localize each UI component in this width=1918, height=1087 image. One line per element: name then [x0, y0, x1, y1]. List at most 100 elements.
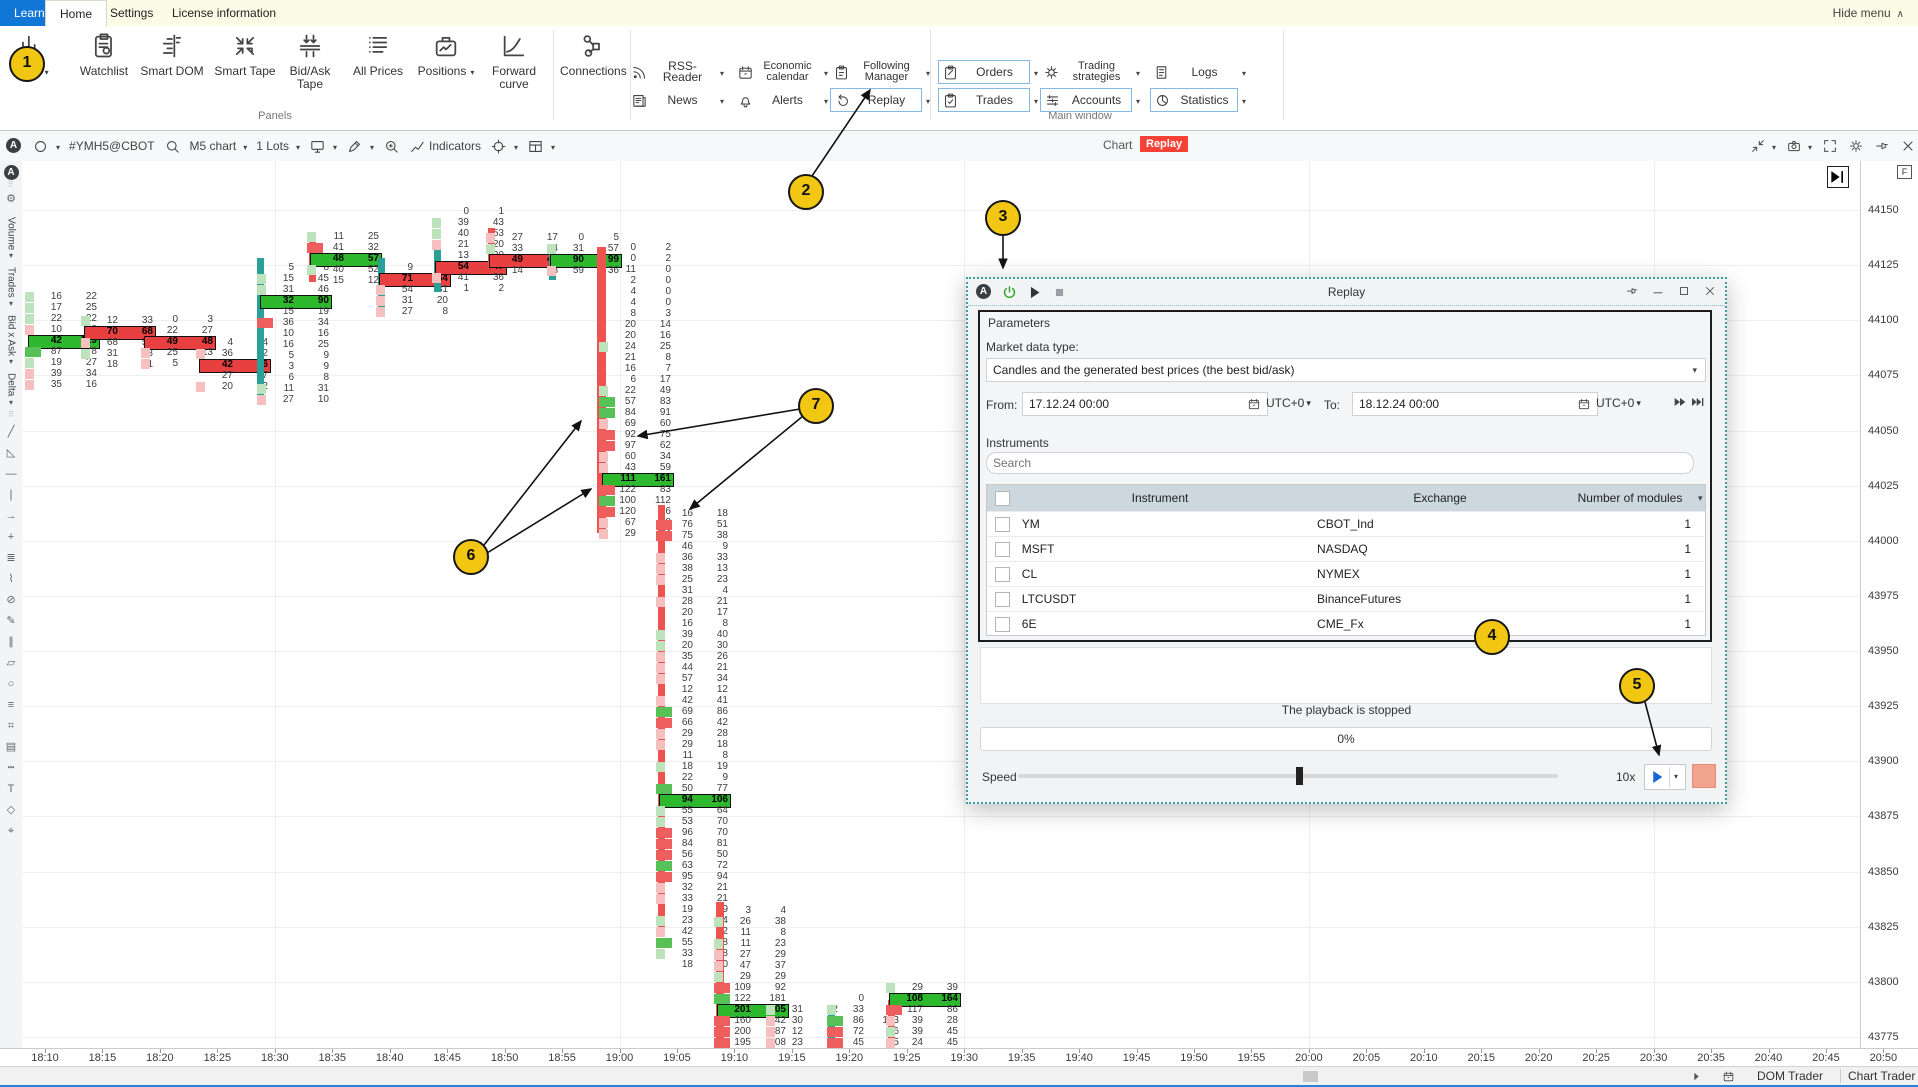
crosshair-icon[interactable]: [490, 138, 518, 155]
symbol-color-icon[interactable]: [32, 138, 60, 155]
dom-trader-button[interactable]: DOM Trader: [1757, 1069, 1823, 1083]
hide-menu-button[interactable]: Hide menu∧: [1833, 0, 1904, 26]
drawing-tool-icon-13[interactable]: ≡: [8, 695, 14, 716]
chevron-down-icon[interactable]: [1238, 93, 1246, 107]
time-axis[interactable]: 18:1018:1518:2018:2518:3018:3518:4018:45…: [0, 1048, 1918, 1067]
pin-icon[interactable]: [1625, 284, 1639, 298]
horizontal-scrollbar-thumb[interactable]: [1303, 1071, 1318, 1082]
zoom-in-icon[interactable]: [383, 138, 400, 155]
from-datetime-field[interactable]: 17.12.24 00:00: [1022, 392, 1268, 416]
pin-icon[interactable]: [1874, 137, 1890, 155]
chevron-down-icon[interactable]: [1132, 93, 1140, 107]
symbol-selector[interactable]: #YMH5@CBOT: [69, 139, 155, 153]
stop-icon[interactable]: [1051, 284, 1068, 301]
drawing-tools-icon[interactable]: [346, 138, 374, 155]
fast-forward-icon[interactable]: [1672, 394, 1688, 410]
drawing-tool-icon-9[interactable]: ✎: [6, 611, 15, 632]
drag-handle[interactable]: ⠿: [8, 180, 15, 189]
chevron-down-icon[interactable]: [922, 65, 930, 79]
ribbon-button-positions[interactable]: Positions: [414, 30, 478, 106]
chevron-down-icon[interactable]: [716, 65, 724, 79]
sort-caret-icon[interactable]: ▾: [1698, 493, 1703, 504]
drawing-tool-icon-7[interactable]: ⌇: [8, 569, 13, 590]
sidebar-panel-bid-x-ask[interactable]: Bid x Ask: [6, 315, 17, 356]
drawing-tool-icon-19[interactable]: ⌖: [8, 821, 14, 842]
ribbon-button-orders[interactable]: Orders: [938, 60, 1038, 84]
instrument-row-ym[interactable]: YM CBOT_Ind 1: [987, 511, 1705, 536]
row-checkbox[interactable]: [995, 592, 1010, 607]
instrument-row-cl[interactable]: CL NYMEX 1: [987, 561, 1705, 586]
chart-trader-button[interactable]: Chart Trader: [1848, 1069, 1915, 1083]
sidebar-panel-delta[interactable]: Delta: [6, 373, 17, 396]
maximize-icon[interactable]: [1677, 284, 1691, 298]
close-icon[interactable]: [1703, 284, 1717, 298]
chevron-down-icon[interactable]: [1030, 65, 1038, 79]
sidebar-panel-volume[interactable]: Volume: [6, 217, 17, 250]
ribbon-button-bid-ask-tape[interactable]: Bid/Ask Tape: [278, 30, 342, 106]
ribbon-button-statistics[interactable]: Statistics: [1150, 88, 1246, 112]
ribbon-button-following-manager[interactable]: Following Manager: [830, 60, 930, 84]
price-axis[interactable]: 4415044125441004407544050440254400043975…: [1860, 161, 1918, 1048]
drawing-tool-icon-17[interactable]: T: [8, 779, 15, 800]
calendar-icon[interactable]: [1722, 1070, 1735, 1083]
indicators-icon[interactable]: Indicators: [409, 138, 481, 155]
ribbon-button-forward-curve[interactable]: Forward curve: [482, 30, 546, 106]
ribbon-button-alerts[interactable]: Alerts: [734, 88, 828, 112]
column-instrument[interactable]: Instrument: [1010, 491, 1310, 505]
collapse-icon[interactable]: [1750, 137, 1776, 155]
tab-settings[interactable]: Settings: [96, 0, 167, 26]
ribbon-button-economic-calendar[interactable]: Economic calendar: [734, 60, 828, 84]
play-icon[interactable]: [1026, 284, 1043, 301]
from-timezone-select[interactable]: UTC+0▾: [1266, 396, 1311, 410]
row-checkbox[interactable]: [995, 542, 1010, 557]
chevron-down-icon[interactable]: [1238, 65, 1246, 79]
ribbon-button-logs[interactable]: Logs: [1150, 60, 1246, 84]
drawing-tool-icon-4[interactable]: →: [6, 506, 17, 527]
ribbon-button-trades[interactable]: Trades: [938, 88, 1038, 112]
chevron-down-icon[interactable]: [922, 93, 930, 107]
fullscreen-icon[interactable]: [1822, 137, 1838, 155]
ribbon-button-trading-strategies[interactable]: Trading strategies: [1040, 60, 1140, 84]
drawing-tool-icon-14[interactable]: ⌗: [8, 716, 14, 737]
drawing-tool-icon-15[interactable]: ▤: [6, 737, 16, 758]
drawing-tool-icon-16[interactable]: ┅: [8, 758, 15, 779]
to-datetime-field[interactable]: 18.12.24 00:00: [1352, 392, 1598, 416]
gear-icon[interactable]: [1848, 137, 1864, 155]
ribbon-button-connections[interactable]: Connections: [560, 30, 624, 106]
screenshot-icon[interactable]: [1786, 137, 1812, 155]
drawing-tool-icon-8[interactable]: ⊘: [6, 590, 15, 611]
market-data-type-select[interactable]: Candles and the generated best prices (t…: [986, 358, 1706, 382]
instrument-row-ltcusdt[interactable]: LTCUSDT BinanceFutures 1: [987, 586, 1705, 611]
ribbon-button-all-prices[interactable]: All Prices: [346, 30, 410, 106]
chart-tab-label[interactable]: Chart: [1103, 138, 1132, 152]
search-input[interactable]: [986, 452, 1694, 474]
drawing-tool-icon-5[interactable]: +: [8, 527, 14, 548]
sidebar-panel-trades[interactable]: Trades: [6, 267, 17, 298]
scroll-right-icon[interactable]: [1690, 1070, 1703, 1083]
row-checkbox[interactable]: [995, 567, 1010, 582]
power-button[interactable]: [1001, 284, 1018, 301]
drawing-tool-icon-0[interactable]: ╱: [8, 422, 15, 443]
timeframe-selector[interactable]: M5 chart: [190, 139, 248, 153]
ribbon-button-replay[interactable]: Replay: [830, 88, 930, 112]
drawing-tool-icon-12[interactable]: ○: [8, 674, 15, 695]
ribbon-button-smart-dom[interactable]: Smart DOM: [140, 30, 204, 106]
chevron-down-icon[interactable]: [716, 93, 724, 107]
drawing-tool-icon-10[interactable]: ∥: [8, 632, 14, 653]
instrument-row-msft[interactable]: MSFT NASDAQ 1: [987, 536, 1705, 561]
ribbon-button-news[interactable]: News: [628, 88, 724, 112]
drawing-tool-icon-18[interactable]: ◇: [7, 800, 15, 821]
go-to-realtime-button[interactable]: [1827, 166, 1849, 188]
ribbon-button-accounts[interactable]: Accounts: [1040, 88, 1140, 112]
ribbon-button-smart-tape[interactable]: Smart Tape: [213, 30, 277, 106]
chevron-down-icon[interactable]: [1132, 65, 1140, 79]
skip-to-end-icon[interactable]: [1690, 394, 1706, 410]
select-all-checkbox[interactable]: [995, 491, 1010, 506]
chevron-down-icon[interactable]: ▾: [1669, 767, 1678, 787]
app-logo-icon[interactable]: A: [6, 138, 23, 155]
chevron-down-icon[interactable]: [820, 93, 828, 107]
instruments-table-header[interactable]: Instrument Exchange Number of modules ▾: [987, 485, 1705, 511]
instrument-row-6e[interactable]: 6E CME_Fx 1: [987, 611, 1705, 636]
chevron-down-icon[interactable]: [820, 65, 828, 79]
minimize-icon[interactable]: [1651, 284, 1665, 298]
